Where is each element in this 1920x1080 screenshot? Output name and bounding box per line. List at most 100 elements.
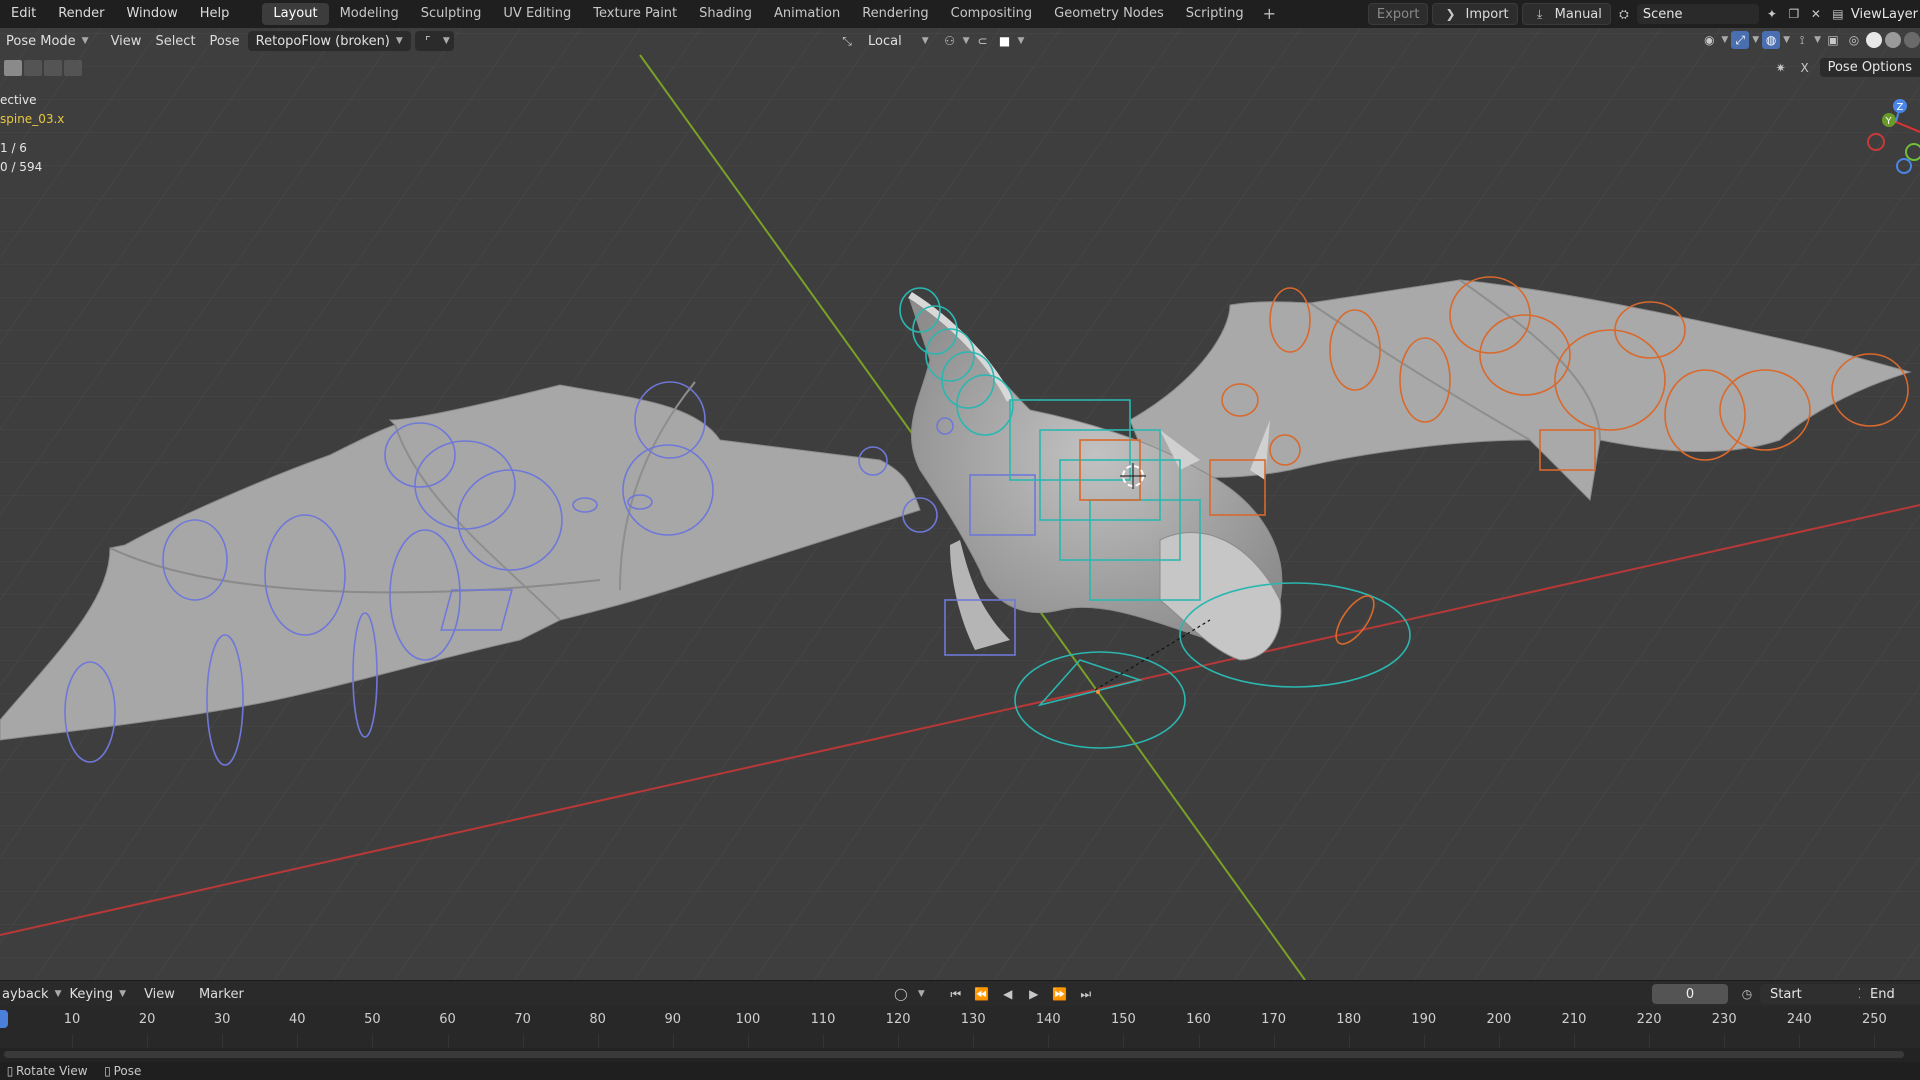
timeline-tick [1724,1034,1726,1048]
timeline-tick [1423,1034,1425,1048]
timeline-tick-label: 160 [1186,1012,1211,1027]
scene-field[interactable]: Scene [1636,4,1759,24]
playback-dropdown[interactable]: ayback ▼ [0,984,63,1004]
prev-keyframe-icon[interactable]: ⏪ [973,985,991,1003]
tab-shading[interactable]: Shading [688,3,763,25]
timeline-tick-label: 20 [138,1012,156,1027]
viewport-menu-select[interactable]: Select [149,31,201,51]
menu-window[interactable]: Window [115,0,188,28]
tab-geometry-nodes[interactable]: Geometry Nodes [1043,3,1175,25]
keying-dropdown[interactable]: Keying ▼ [63,984,132,1004]
transform-tools: ⤡ Local ▼ ⚇ ▼ ⊂ ■ ▼ [838,31,1024,51]
pose-options-panel: ✷ X Pose Options [1772,58,1920,77]
solid-shading-icon[interactable] [1866,32,1882,48]
select-new-icon[interactable] [4,60,22,76]
visibility-icon[interactable]: ◉ [1700,31,1718,49]
tab-texture-paint[interactable]: Texture Paint [582,3,688,25]
next-keyframe-icon[interactable]: ⏩ [1051,985,1069,1003]
stat-objects: 1 / 6 [0,141,27,155]
snap-icon[interactable]: ⊂ [974,32,992,50]
view-layer-name[interactable]: ViewLayer [1851,7,1920,22]
manual-button[interactable]: ⤓ Manual [1521,3,1611,25]
status-pose: ▯ Pose [102,1062,141,1080]
timeline-tick-label: 170 [1261,1012,1287,1027]
tab-layout[interactable]: Layout [262,3,329,25]
gizmo-neg-z-circle[interactable] [1896,158,1912,174]
tab-scripting[interactable]: Scripting [1175,3,1255,25]
timeline-tick-label: 100 [735,1012,761,1027]
timeline-tick-label: 220 [1636,1012,1662,1027]
play-icon[interactable]: ▶ [1025,985,1043,1003]
timeline-tick [372,1034,374,1048]
jump-start-icon[interactable]: ⏮ [947,985,965,1003]
tab-uv-editing[interactable]: UV Editing [492,3,582,25]
proportional-edit-icon[interactable]: ■ [996,32,1014,50]
close-icon[interactable]: X [1796,59,1814,77]
workspace-tabs: Layout Modeling Sculpting UV Editing Tex… [262,0,1284,28]
add-workspace-button[interactable]: + [1255,3,1284,25]
overlay-toggle-icon[interactable]: ◍ [1762,31,1781,49]
tab-animation[interactable]: Animation [763,3,851,25]
scene-browse-icon[interactable]: ⛭ [1615,5,1633,23]
chevron-down-icon: ▼ [395,36,403,46]
menu-edit[interactable]: Edit [0,0,47,28]
timeline-tick-label: 130 [960,1012,986,1027]
delete-scene-icon[interactable]: ✕ [1807,5,1825,23]
timeline-menu-marker[interactable]: Marker [193,984,250,1004]
tab-rendering[interactable]: Rendering [851,3,939,25]
pose-options-button[interactable]: Pose Options [1819,58,1920,77]
tab-modeling[interactable]: Modeling [329,3,410,25]
timeline-scrollbar[interactable] [0,1048,1920,1062]
bone-gizmo-icon[interactable]: ✷ [1772,59,1790,77]
export-button[interactable]: Export [1367,3,1429,25]
menu-render[interactable]: Render [47,0,115,28]
current-frame-field[interactable]: 0 [1652,984,1728,1004]
gizmo-neg-x-circle[interactable] [1867,133,1885,151]
timeline-tick-label: 180 [1336,1012,1362,1027]
tab-sculpting[interactable]: Sculpting [410,3,493,25]
3d-viewport[interactable] [0,28,1920,980]
view-layer-icon[interactable]: ▤ [1829,5,1847,23]
timeline-scrollbar-thumb[interactable] [4,1051,1904,1058]
pivot-point-icon[interactable]: ⚇ [941,32,959,50]
material-shading-icon[interactable] [1885,32,1901,48]
import-button[interactable]: ❯ Import [1432,3,1518,25]
selection-mode-buttons [4,60,82,76]
timeline-ruler[interactable]: 10 20 30 40 50 60 70 80 90 100 110 120 130 140 150 160 1… [0,1006,1920,1048]
timeline-tick-label: 200 [1486,1012,1512,1027]
retopoflow-dropdown[interactable]: RetopoFlow (broken) ▼ [247,31,411,51]
gizmo-neg-y-circle[interactable] [1905,143,1920,161]
timeline-tick [898,1034,900,1048]
new-scene-icon[interactable]: ❐ [1785,5,1803,23]
end-frame-field[interactable]: End6 [1860,984,1920,1004]
play-reverse-icon[interactable]: ◀ [999,985,1017,1003]
navigation-gizmo[interactable]: Z Y [1856,96,1920,186]
viewport-menu-pose[interactable]: Pose [204,31,246,51]
transform-orientation-dropdown[interactable]: Local ▼ [860,31,937,51]
timeline-menu-view[interactable]: View [138,984,181,1004]
xray-icon[interactable]: ▣ [1824,31,1842,49]
timeline-tick-label: 120 [885,1012,911,1027]
timeline-tick [1874,1034,1876,1048]
wireframe-shading-icon[interactable]: ◎ [1845,31,1863,49]
select-intersect-icon[interactable] [64,60,82,76]
stopwatch-icon[interactable]: ◷ [1738,985,1756,1003]
pin-icon[interactable]: ✦ [1763,5,1781,23]
bone-overlay-icon[interactable]: ⟟ [1793,31,1811,49]
mode-dropdown[interactable]: Pose Mode ▼ [0,31,95,51]
select-subtract-icon[interactable] [44,60,62,76]
select-extend-icon[interactable] [24,60,42,76]
view-name: ective [0,93,37,107]
tab-compositing[interactable]: Compositing [940,3,1044,25]
retopoflow-options[interactable]: ⌜ ▼ [414,31,454,51]
chevron-down-icon: ▼ [81,36,89,46]
active-bone-name: spine_03.x [0,112,65,126]
auto-keying-icon[interactable]: ◯ [892,985,910,1003]
start-frame-field[interactable]: Start1 [1760,984,1876,1004]
jump-end-icon[interactable]: ⏭ [1077,985,1095,1003]
gizmo-toggle-icon[interactable]: ⤢ [1731,31,1750,49]
playhead[interactable] [0,1010,8,1028]
rendered-shading-icon[interactable] [1904,32,1920,48]
menu-help[interactable]: Help [189,0,241,28]
viewport-menu-view[interactable]: View [105,31,148,51]
